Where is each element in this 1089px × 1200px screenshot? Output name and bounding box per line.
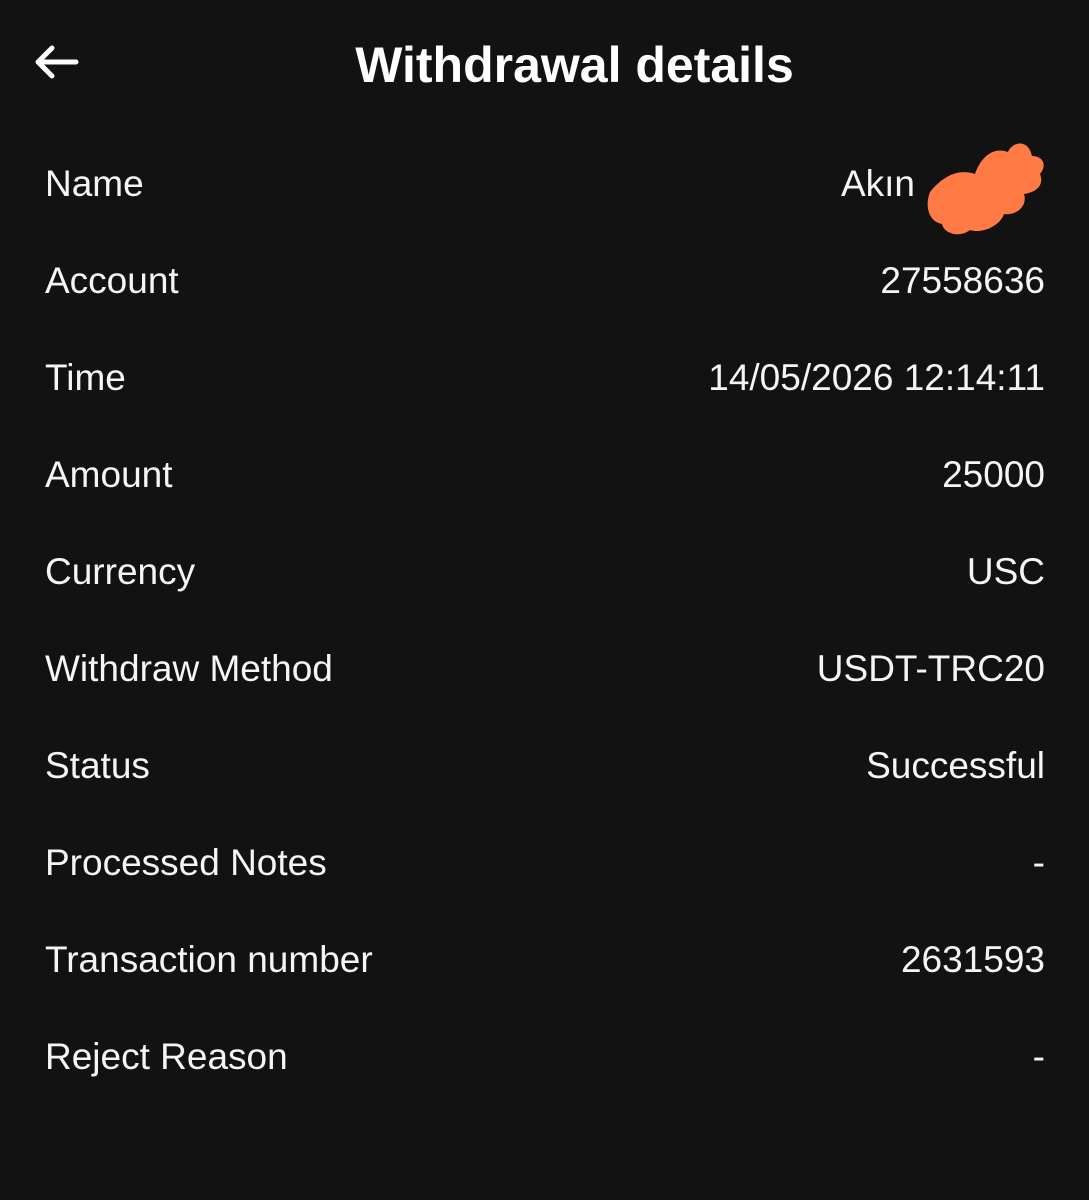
row-label: Processed Notes: [45, 842, 327, 883]
details-list: Name Akın Account 27558636 Time 14/05/20…: [45, 136, 1045, 1106]
row-value: USDT-TRC20: [816, 648, 1045, 689]
row-label: Amount: [45, 454, 173, 495]
detail-row-amount: Amount 25000: [45, 427, 1045, 524]
redaction-scribble: [927, 143, 1044, 235]
row-label: Account: [45, 260, 179, 301]
row-label: Status: [45, 745, 150, 786]
detail-row-processed-notes: Processed Notes -: [45, 815, 1045, 912]
row-label: Transaction number: [45, 939, 373, 980]
row-value: 2631593: [900, 939, 1045, 980]
detail-row-name: Name Akın: [45, 136, 1045, 235]
row-label: Time: [45, 357, 126, 398]
row-label: Currency: [45, 551, 196, 592]
detail-row-account: Account 27558636: [45, 233, 1045, 330]
row-label: Reject Reason: [45, 1036, 288, 1077]
row-value: -: [1032, 1036, 1045, 1077]
row-value: USC: [966, 551, 1045, 592]
detail-row-status: Status Successful: [45, 718, 1045, 815]
detail-row-currency: Currency USC: [45, 524, 1045, 621]
detail-row-reject-reason: Reject Reason -: [45, 1009, 1045, 1106]
row-value: 27558636: [880, 260, 1045, 301]
row-value: 25000: [942, 454, 1045, 495]
row-value: 14/05/2026 12:14:11: [708, 357, 1045, 398]
top-bar: Withdrawal details: [0, 0, 1089, 130]
detail-row-transaction-number: Transaction number 2631593: [45, 912, 1045, 1009]
row-label: Withdraw Method: [45, 648, 333, 689]
row-label: Name: [45, 163, 144, 204]
detail-row-withdraw-method: Withdraw Method USDT-TRC20: [45, 621, 1045, 718]
row-value: -: [1032, 842, 1045, 883]
status-value: Successful: [866, 745, 1045, 786]
detail-row-time: Time 14/05/2026 12:14:11: [45, 330, 1045, 427]
page-title: Withdrawal details: [355, 37, 794, 93]
